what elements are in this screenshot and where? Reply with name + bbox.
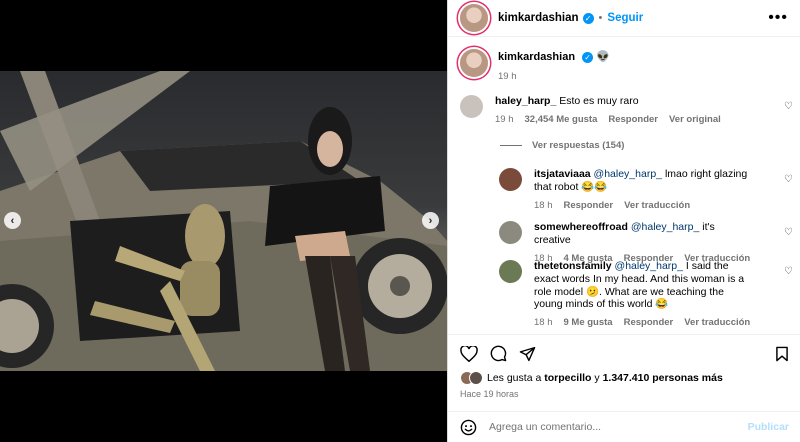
commenter-avatar[interactable]	[499, 260, 522, 283]
translate-button[interactable]: Ver original	[669, 114, 721, 126]
author-username[interactable]: kimkardashian	[498, 12, 579, 24]
commenter-avatar[interactable]	[499, 168, 522, 191]
liker-avatar[interactable]	[469, 371, 483, 385]
like-comment-heart-icon[interactable]: ♡	[784, 101, 793, 112]
reply-item: somewhereoffroad @haley_harp_ it's creat…	[448, 221, 800, 264]
comment-likes[interactable]: 9 Me gusta	[564, 317, 613, 329]
chevron-left-icon: ‹	[10, 214, 15, 227]
commenter-username[interactable]: somewhereoffroad	[534, 221, 628, 233]
comment-text: Esto es muy raro	[559, 95, 639, 107]
likes-prefix: Les gusta a	[487, 372, 545, 384]
comment-time[interactable]: 18 h	[534, 200, 553, 212]
reply-button[interactable]: Responder	[608, 114, 658, 126]
share-send-icon[interactable]	[519, 346, 536, 362]
like-comment-heart-icon[interactable]: ♡	[784, 174, 793, 185]
comment-bubble-icon[interactable]	[490, 345, 507, 362]
like-heart-icon[interactable]	[460, 345, 478, 362]
separator-dot: •	[598, 12, 603, 24]
post-timestamp[interactable]: Hace 19 horas	[448, 385, 800, 399]
chevron-right-icon: ›	[428, 214, 433, 227]
verified-badge-icon: ✓	[582, 12, 594, 24]
comments-section[interactable]: kimkardashian ✓ 👽 19 h haley_harp_ Esto …	[448, 37, 800, 334]
comment-time[interactable]: 19 h	[495, 114, 514, 126]
carousel-prev-button[interactable]: ‹	[4, 212, 21, 229]
mention-link[interactable]: @haley_harp_	[631, 221, 699, 233]
commenter-username[interactable]: thetetonsfamily	[534, 260, 612, 272]
post-side-panel: kimkardashian ✓ • Seguir ••• kimkardashi…	[447, 0, 800, 442]
bookmark-icon[interactable]	[775, 346, 789, 362]
mention-link[interactable]: @haley_harp_	[594, 168, 662, 180]
post-caption: kimkardashian ✓ 👽 19 h	[448, 37, 800, 82]
likes-middle: y	[591, 372, 603, 384]
view-replies-label: Ver respuestas (154)	[532, 140, 625, 151]
caption-time[interactable]: 19 h	[498, 71, 517, 82]
like-comment-heart-icon[interactable]: ♡	[784, 266, 793, 277]
likes-summary: Les gusta a torpecillo y 1.347.410 perso…	[448, 362, 800, 385]
photo-illustration	[0, 71, 447, 371]
commenter-avatar[interactable]	[460, 95, 483, 118]
divider-line	[500, 145, 522, 146]
emoji-icon[interactable]	[460, 419, 477, 436]
post-header: kimkardashian ✓ • Seguir •••	[448, 0, 800, 37]
reply-button[interactable]: Responder	[564, 200, 614, 212]
comment-likes[interactable]: 32,454 Me gusta	[525, 114, 598, 126]
translate-button[interactable]: Ver traducción	[624, 200, 690, 212]
more-options-icon[interactable]: •••	[768, 9, 788, 27]
mention-link[interactable]: @haley_harp_	[615, 260, 683, 272]
translate-button[interactable]: Ver traducción	[684, 317, 750, 329]
comment-input[interactable]	[489, 421, 748, 433]
verified-badge-icon: ✓	[582, 52, 594, 63]
publish-button[interactable]: Publicar	[748, 421, 789, 433]
view-replies-button[interactable]: Ver respuestas (154)	[500, 140, 624, 151]
caption-author-username[interactable]: kimkardashian	[498, 51, 575, 63]
commenter-avatar[interactable]	[499, 221, 522, 244]
likes-count[interactable]: 1.347.410 personas más	[603, 372, 723, 384]
commenter-username[interactable]: haley_harp_	[495, 95, 556, 107]
comment-item: haley_harp_ Esto es muy raro 19 h 32,454…	[448, 95, 800, 125]
reply-item: itsjataviaaa @haley_harp_ lmao right gla…	[448, 168, 800, 211]
reply-item: thetetonsfamily @haley_harp_ I said the …	[448, 260, 800, 329]
action-icon-row	[448, 335, 800, 362]
post-photo[interactable]	[0, 71, 447, 371]
likes-text: Les gusta a torpecillo y 1.347.410 perso…	[487, 372, 723, 384]
author-avatar[interactable]	[460, 4, 488, 32]
comment-time[interactable]: 18 h	[534, 317, 553, 329]
caption-author-avatar[interactable]	[460, 49, 488, 77]
add-comment-bar: Publicar	[448, 411, 800, 442]
liker-username[interactable]: torpecillo	[544, 372, 591, 384]
like-comment-heart-icon[interactable]: ♡	[784, 227, 793, 238]
reply-button[interactable]: Responder	[624, 317, 674, 329]
follow-button[interactable]: Seguir	[607, 12, 643, 24]
carousel-next-button[interactable]: ›	[422, 212, 439, 229]
caption-text: 👽	[596, 51, 610, 63]
post-media: ‹ ›	[0, 0, 447, 442]
commenter-username[interactable]: itsjataviaaa	[534, 168, 591, 180]
